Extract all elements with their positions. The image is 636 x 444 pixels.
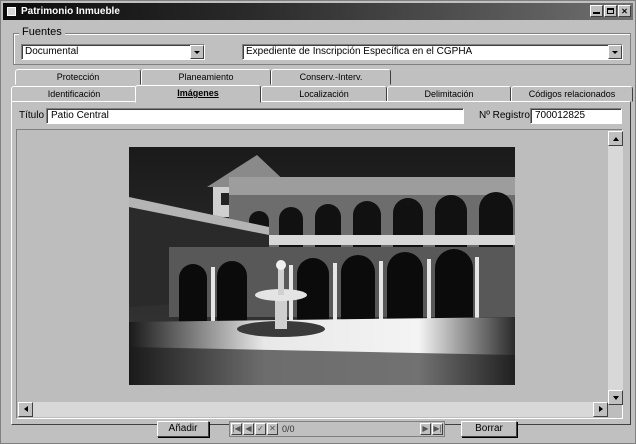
window-title: Patrimonio Inmueble <box>21 6 120 17</box>
maximize-icon <box>607 8 614 14</box>
main-window: Patrimonio Inmueble Fuentes Documental E… <box>0 0 636 444</box>
registro-label: Nº Registro <box>479 110 530 121</box>
scroll-right-button[interactable] <box>593 402 608 417</box>
arrow-up-icon <box>613 137 619 141</box>
title-field[interactable]: Patio Central <box>46 108 464 124</box>
source-document-value: Expediente de Inscripción Específica en … <box>246 46 473 57</box>
previous-record-icon[interactable]: ◀ <box>243 423 254 435</box>
add-button[interactable]: Añadir <box>157 421 209 437</box>
window-controls <box>590 5 631 17</box>
tab-delimitacion[interactable]: Delimitación <box>387 86 511 102</box>
arrow-down-icon <box>613 396 619 400</box>
next-record-icon[interactable]: ▶ <box>420 423 431 435</box>
scroll-down-button[interactable] <box>608 390 623 405</box>
tab-imagenes[interactable]: Imágenes <box>135 85 261 103</box>
vertical-scrollbar[interactable] <box>608 131 623 405</box>
tab-label: Localización <box>299 89 349 99</box>
tab-identificacion[interactable]: Identificación <box>11 86 137 102</box>
first-record-icon[interactable]: |◀ <box>231 423 242 435</box>
close-icon <box>621 8 628 14</box>
title-label: Título <box>19 110 45 121</box>
minimize-button[interactable] <box>590 5 603 17</box>
scroll-left-button[interactable] <box>18 402 33 417</box>
courtyard-photo <box>129 147 515 385</box>
chevron-down-icon[interactable] <box>190 45 204 59</box>
source-document-select[interactable]: Expediente de Inscripción Específica en … <box>242 44 623 60</box>
tab-label: Planeamiento <box>178 72 234 82</box>
source-category-select[interactable]: Documental <box>21 44 205 60</box>
delete-button[interactable]: Borrar <box>461 421 517 437</box>
courtyard-photo-graphic <box>129 147 515 385</box>
tab-codigos-relacionados[interactable]: Códigos relacionados <box>511 86 633 102</box>
registro-field[interactable]: 700012825 <box>530 108 622 124</box>
maximize-button[interactable] <box>604 5 617 17</box>
record-navigator: |◀ ◀ ✓ ✕ 0/0 ▶ ▶| <box>229 421 445 437</box>
minimize-icon <box>593 12 600 14</box>
tab-conserv-interv[interactable]: Conserv.-Interv. <box>271 69 391 85</box>
fuentes-legend: Fuentes <box>19 26 65 38</box>
arrow-left-icon <box>24 406 28 412</box>
source-category-value: Documental <box>25 46 79 57</box>
last-record-icon[interactable]: ▶| <box>432 423 443 435</box>
close-button[interactable] <box>618 5 631 17</box>
chevron-down-icon[interactable] <box>608 45 622 59</box>
arrow-right-icon <box>599 406 603 412</box>
scroll-up-button[interactable] <box>608 131 623 146</box>
tab-label: Protección <box>56 72 100 82</box>
app-icon <box>7 7 16 16</box>
tab-label: Códigos relacionados <box>528 89 616 99</box>
tab-localizacion[interactable]: Localización <box>261 86 387 102</box>
tab-label: Delimitación <box>424 89 474 99</box>
tab-label: Identificación <box>47 89 101 99</box>
cancel-icon[interactable]: ✕ <box>267 423 278 435</box>
tab-label: Imágenes <box>177 88 219 98</box>
tab-proteccion[interactable]: Protección <box>15 69 141 85</box>
horizontal-scrollbar[interactable] <box>18 402 608 417</box>
title-bar[interactable]: Patrimonio Inmueble <box>3 3 633 20</box>
tab-planeamiento[interactable]: Planeamiento <box>141 69 271 85</box>
record-counter: 0/0 <box>282 424 295 434</box>
confirm-icon[interactable]: ✓ <box>255 423 266 435</box>
tab-label: Conserv.-Interv. <box>299 72 363 82</box>
